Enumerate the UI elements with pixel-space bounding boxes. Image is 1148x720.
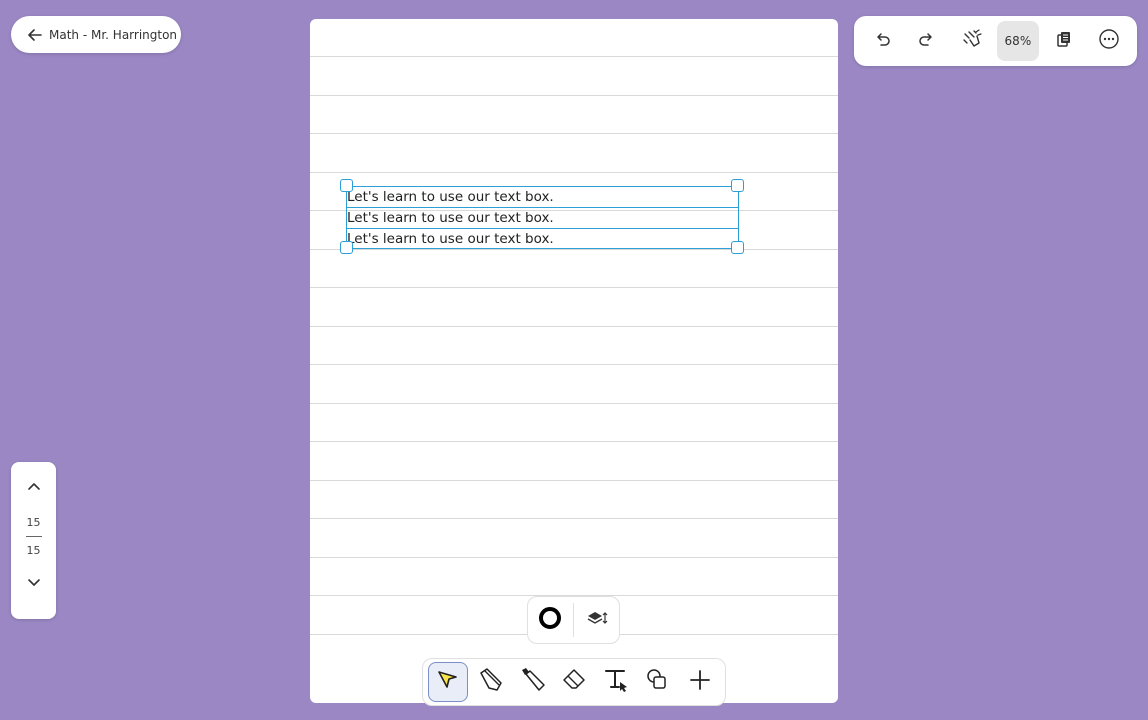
zoom-level-button[interactable]: 68% [996, 21, 1039, 61]
chevron-up-icon [26, 479, 42, 498]
text-box-line[interactable]: Let's learn to use our text box. [347, 208, 738, 229]
hand-gesture-icon [961, 28, 983, 54]
drawing-tools-toolbar [422, 658, 726, 706]
pencil-tool-button[interactable] [470, 662, 510, 702]
text-tool-button[interactable] [596, 662, 636, 702]
shapes-tool-button[interactable] [638, 662, 678, 702]
color-ring-icon [538, 606, 562, 634]
select-tool-button[interactable] [428, 662, 468, 702]
ruled-line [310, 249, 838, 250]
notebook-title: Math - Mr. Harrington [49, 27, 178, 42]
text-options-toolbar [527, 596, 620, 644]
layer-order-button[interactable] [577, 600, 617, 640]
arrow-left-icon [27, 27, 43, 43]
ruled-line [310, 56, 838, 57]
previous-page-button[interactable] [22, 476, 46, 500]
separator [572, 603, 574, 637]
ruled-line [310, 287, 838, 288]
more-options-button[interactable] [1089, 21, 1129, 61]
eraser-tool-button[interactable] [554, 662, 594, 702]
ruled-line [310, 403, 838, 404]
page-divider [25, 536, 42, 537]
ruled-line [310, 95, 838, 96]
resize-handle-top-left[interactable] [340, 179, 353, 192]
page-navigator: 15 15 [11, 462, 56, 619]
pencil-icon [475, 665, 505, 699]
undo-button[interactable] [862, 21, 902, 61]
undo-icon [872, 29, 892, 53]
text-box-line[interactable]: Let's learn to use our text box. [347, 229, 738, 249]
current-page-number: 15 [26, 516, 41, 529]
shapes-icon [644, 666, 672, 698]
ruled-line [310, 518, 838, 519]
redo-button[interactable] [907, 21, 947, 61]
ruled-line [310, 172, 838, 173]
marker-tool-button[interactable] [512, 662, 552, 702]
text-tool-icon [602, 666, 630, 698]
next-page-button[interactable] [22, 571, 46, 595]
eraser-icon [560, 666, 588, 698]
add-button[interactable] [680, 662, 720, 702]
marker-icon [517, 665, 547, 699]
text-box[interactable]: Let's learn to use our text box. Let's l… [346, 186, 739, 249]
zoom-level: 68% [1004, 34, 1032, 48]
plus-icon [688, 668, 712, 696]
ruled-line [310, 557, 838, 558]
ruled-line [310, 364, 838, 365]
redo-icon [917, 29, 937, 53]
pages-icon [1054, 29, 1074, 53]
resize-handle-top-right[interactable] [731, 179, 744, 192]
resize-handle-bottom-right[interactable] [731, 241, 744, 254]
pages-button[interactable] [1044, 21, 1084, 61]
ruled-line [310, 133, 838, 134]
text-color-button[interactable] [530, 600, 570, 640]
layers-icon [585, 606, 609, 634]
select-cursor-icon [435, 667, 461, 697]
chevron-down-icon [26, 574, 42, 593]
gesture-button[interactable] [952, 21, 992, 61]
ruled-line [310, 480, 838, 481]
total-page-count: 15 [26, 544, 41, 557]
back-button[interactable]: Math - Mr. Harrington [11, 16, 181, 53]
resize-handle-bottom-left[interactable] [340, 241, 353, 254]
ruled-line [310, 441, 838, 442]
top-toolbar: 68% [854, 16, 1137, 66]
ruled-line [310, 326, 838, 327]
text-box-line[interactable]: Let's learn to use our text box. [347, 187, 738, 208]
more-icon [1098, 28, 1120, 54]
